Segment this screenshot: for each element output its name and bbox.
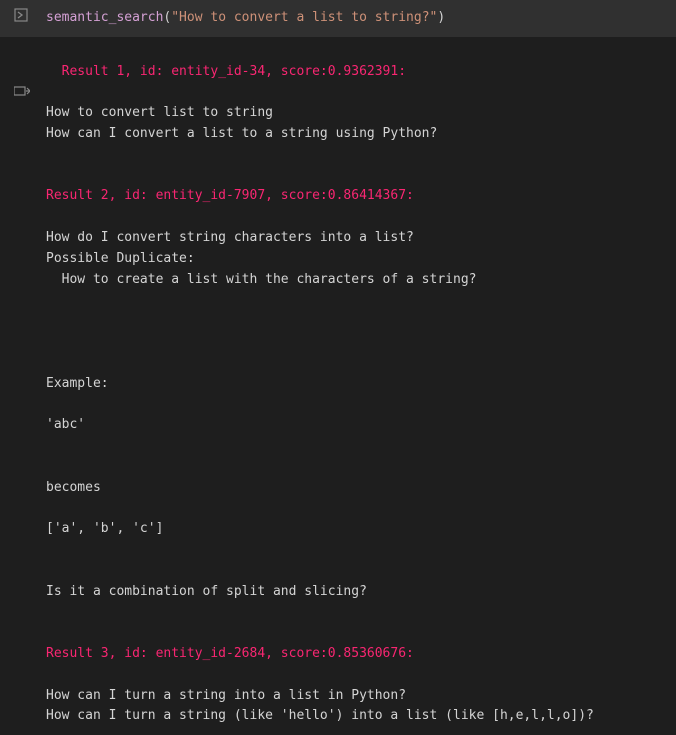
result-1-body: How to convert list to string How can I …: [46, 105, 437, 141]
string-argument: "How to convert a list to string?": [171, 10, 437, 25]
result-2-body: How do I convert string characters into …: [46, 230, 476, 599]
result-3-body: How can I turn a string into a list in P…: [46, 688, 594, 724]
result-3-header: Result 3, id: entity_id-2684, score:0.85…: [46, 646, 414, 661]
code-output-cell: Result 1, id: entity_id-34, score:0.9362…: [0, 37, 676, 735]
output-prompt-icon: [14, 43, 45, 140]
close-paren: ): [437, 10, 445, 25]
result-1-header: Result 1, id: entity_id-34, score:0.9362…: [62, 64, 406, 79]
result-2-header: Result 2, id: entity_id-7907, score:0.86…: [46, 188, 414, 203]
function-name: semantic_search: [46, 10, 163, 25]
code-input-cell[interactable]: semantic_search("How to convert a list t…: [0, 0, 676, 37]
input-prompt-icon: [14, 8, 28, 22]
